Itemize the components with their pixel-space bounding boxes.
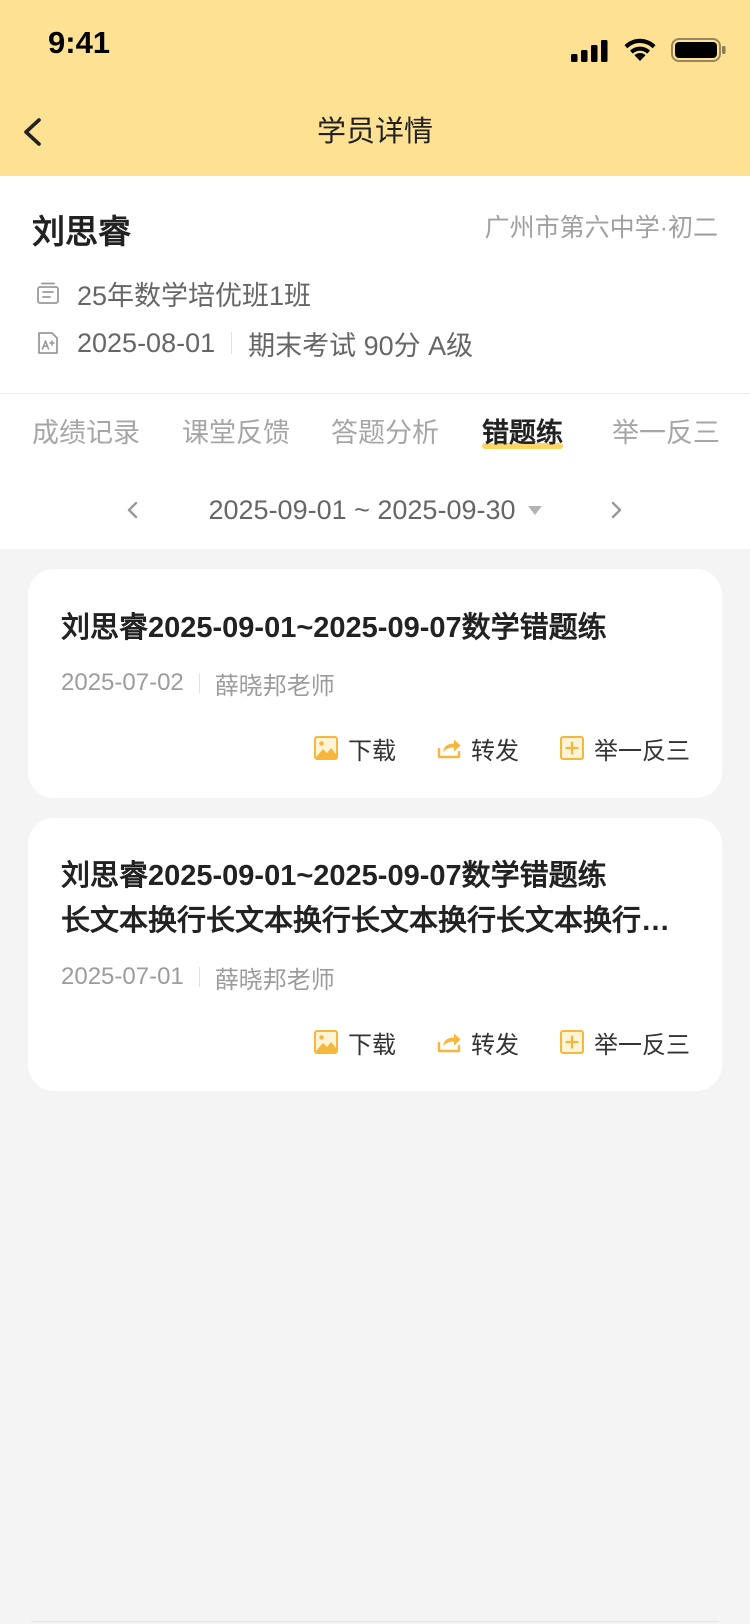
class-row: 25年数学培优班1班	[35, 278, 311, 311]
date-range-text: 2025-09-01 ~ 2025-09-30	[208, 495, 516, 525]
card-teacher: 薛晓邦老师	[214, 966, 335, 994]
tab-class-feedback[interactable]: 课堂反馈	[182, 416, 290, 450]
practice-card[interactable]: 刘思睿2025-09-01~2025-09-07数学错题练 长文本换行长文本换行…	[28, 818, 722, 1091]
student-school: 广州市第六中学·初二	[484, 214, 718, 242]
student-name: 刘思睿	[32, 213, 131, 250]
card-title-line: 刘思睿2025-09-01~2025-09-07数学错题练	[61, 612, 607, 644]
share-button[interactable]: 转发	[436, 731, 519, 766]
download-button[interactable]: 下载	[313, 731, 396, 766]
share-arrow-icon	[436, 1029, 462, 1055]
chevron-left-icon[interactable]	[121, 498, 145, 522]
tab-mistake-practice[interactable]: 错题练	[482, 416, 563, 450]
share-button[interactable]: 转发	[436, 1025, 519, 1060]
student-info-panel: 刘思睿 广州市第六中学·初二 25年数学培优班1班 2025-08-01 期末考…	[0, 176, 750, 549]
tab-label: 成绩记录	[32, 418, 140, 448]
card-date: 2025-07-02	[61, 669, 184, 696]
tab-label: 举一反三	[612, 418, 720, 448]
download-label: 下载	[348, 737, 396, 765]
caret-down-icon	[527, 505, 542, 515]
exam-result: 期末考试 90分 A级	[248, 330, 474, 361]
page-title: 学员详情	[316, 116, 433, 148]
card-meta: 2025-07-02 薛晓邦老师	[61, 669, 335, 700]
class-icon	[35, 280, 61, 306]
share-label: 转发	[471, 1031, 519, 1059]
card-meta: 2025-07-01 薛晓邦老师	[61, 963, 335, 994]
plus-square-icon	[559, 735, 585, 761]
card-title-line: 长文本换行长文本换行长文本换行长文本换行…	[61, 905, 671, 937]
tab-score-records[interactable]: 成绩记录	[32, 416, 140, 450]
date-range-bar: 2025-09-01 ~ 2025-09-30	[0, 493, 750, 527]
separator	[231, 332, 233, 354]
similar-practice-button[interactable]: 举一反三	[559, 731, 690, 766]
card-title-line: 刘思睿2025-09-01~2025-09-07数学错题练	[61, 860, 607, 892]
tab-label: 错题练	[482, 418, 563, 448]
download-label: 下载	[348, 1031, 396, 1059]
date-range-selector[interactable]: 2025-09-01 ~ 2025-09-30	[180, 493, 570, 527]
battery-icon	[671, 38, 726, 62]
image-download-icon	[313, 1029, 339, 1055]
share-arrow-icon	[436, 735, 462, 761]
practice-card[interactable]: 刘思睿2025-09-01~2025-09-07数学错题练 2025-07-02…	[28, 569, 722, 798]
exam-grade-icon	[35, 330, 61, 356]
chevron-left-icon	[24, 118, 41, 146]
similar-practice-label: 举一反三	[594, 1031, 690, 1059]
chevron-right-icon[interactable]	[604, 498, 628, 522]
download-button[interactable]: 下载	[313, 1025, 396, 1060]
tab-label: 答题分析	[331, 418, 439, 448]
back-button[interactable]	[12, 112, 52, 152]
wifi-icon	[624, 38, 656, 61]
similar-practice-button[interactable]: 举一反三	[559, 1025, 690, 1060]
exam-row: 2025-08-01 期末考试 90分 A级	[35, 327, 473, 361]
class-name: 25年数学培优班1班	[77, 280, 312, 311]
tab-answer-analysis[interactable]: 答题分析	[331, 416, 439, 450]
card-actions: 下载 转发 举一反三	[313, 731, 690, 766]
share-label: 转发	[471, 737, 519, 765]
bottom-divider	[31, 1621, 719, 1622]
image-download-icon	[313, 735, 339, 761]
signal-icon	[571, 40, 608, 62]
tab-similar-practice[interactable]: 举一反三	[612, 416, 720, 450]
header: 9:41 学员详情	[0, 0, 750, 176]
tab-label: 课堂反馈	[182, 418, 290, 448]
similar-practice-label: 举一反三	[594, 737, 690, 765]
exam-date: 2025-08-01	[77, 327, 216, 358]
card-actions: 下载 转发 举一反三	[313, 1025, 690, 1060]
separator	[198, 967, 200, 987]
separator	[198, 673, 200, 693]
card-title: 刘思睿2025-09-01~2025-09-07数学错题练	[61, 610, 689, 646]
card-date: 2025-07-01	[61, 963, 184, 990]
card-title: 刘思睿2025-09-01~2025-09-07数学错题练 长文本换行长文本换行…	[61, 854, 689, 944]
status-time: 9:41	[48, 25, 111, 60]
divider	[0, 393, 750, 394]
card-teacher: 薛晓邦老师	[214, 672, 335, 700]
student-detail-page: 9:41 学员详情 刘思睿 广州市第六中学·初二 25年数学培优班1班 2025…	[0, 0, 750, 1624]
plus-square-icon	[559, 1029, 585, 1055]
